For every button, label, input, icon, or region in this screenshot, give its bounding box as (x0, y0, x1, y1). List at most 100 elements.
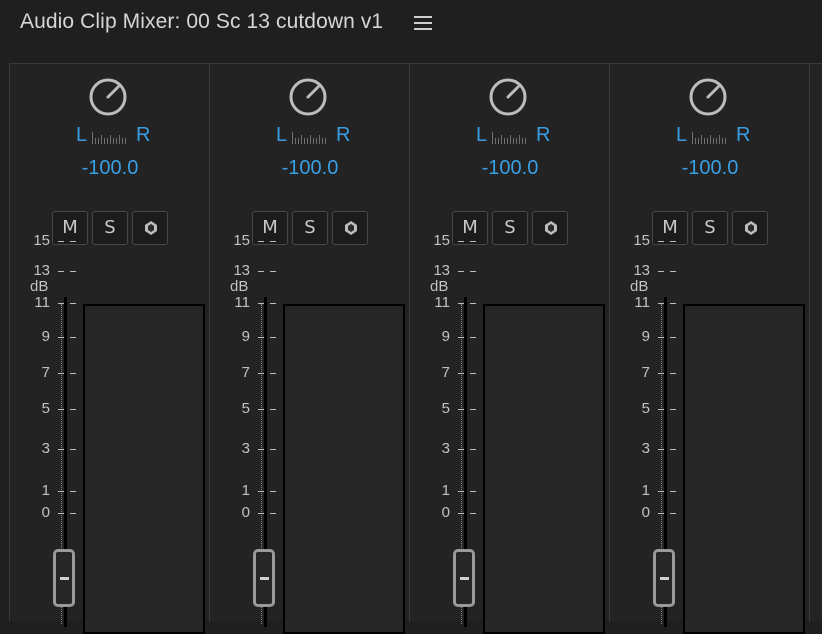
pan-left-label: L (76, 124, 88, 146)
write-keyframes-button[interactable] (132, 211, 168, 245)
db-tick-mark (70, 491, 76, 492)
db-tick-mark (270, 271, 276, 272)
db-tick-mark (70, 241, 76, 242)
level-meter (683, 304, 805, 634)
db-tick-mark (58, 513, 64, 514)
db-tick-mark (470, 337, 476, 338)
pan-meter-icon (292, 131, 330, 144)
db-tick-mark (58, 409, 64, 410)
db-tick-mark (670, 491, 676, 492)
db-tick-label: 1 (41, 482, 50, 499)
write-keyframes-button[interactable] (732, 211, 768, 245)
mute-button[interactable]: M (652, 211, 688, 245)
volume-fader-handle[interactable] (253, 549, 275, 607)
db-tick-label: 13 (233, 262, 250, 279)
pan-value[interactable]: -100.0 (410, 157, 610, 180)
solo-button[interactable]: S (292, 211, 328, 245)
panel-header: Audio Clip Mixer: 00 Sc 13 cutdown v1 (0, 0, 822, 52)
db-tick-mark (658, 409, 664, 410)
fader-grip-icon (260, 577, 269, 580)
db-tick-mark (258, 449, 264, 450)
level-meter (283, 304, 405, 634)
db-tick-label: 0 (241, 504, 250, 521)
pan-value[interactable]: -100.0 (210, 157, 410, 180)
db-tick-mark (470, 303, 476, 304)
db-tick-mark (258, 513, 264, 514)
db-tick-label: 7 (241, 364, 250, 381)
db-tick-mark (458, 303, 464, 304)
db-tick-label: 1 (441, 482, 450, 499)
keyframe-diamond-icon (745, 221, 757, 235)
write-keyframes-button[interactable] (532, 211, 568, 245)
pan-right-label: R (736, 124, 751, 146)
volume-fader-handle[interactable] (453, 549, 475, 607)
pan-value[interactable]: -100.0 (610, 157, 810, 180)
db-tick-mark (258, 491, 264, 492)
db-tick-mark (58, 491, 64, 492)
db-tick-label: 5 (441, 400, 450, 417)
db-tick-label: 1 (641, 482, 650, 499)
db-tick-label: 0 (41, 504, 50, 521)
db-tick-mark (670, 337, 676, 338)
db-tick-mark (58, 337, 64, 338)
db-tick-label: 7 (441, 364, 450, 381)
db-tick-mark (658, 513, 664, 514)
db-unit-label: dB (630, 278, 649, 295)
pan-indicator: L R (610, 124, 810, 148)
fader-grip-icon (660, 577, 669, 580)
pan-knob-icon[interactable] (688, 77, 728, 117)
db-tick-label: 11 (234, 294, 250, 311)
db-tick-label: 9 (241, 328, 250, 345)
db-tick-mark (70, 409, 76, 410)
level-meter (483, 304, 605, 634)
solo-button[interactable]: S (492, 211, 528, 245)
db-tick-mark (670, 373, 676, 374)
db-tick-mark (658, 337, 664, 338)
volume-fader-handle[interactable] (653, 549, 675, 607)
pan-knob-icon[interactable] (88, 77, 128, 117)
level-meter (83, 304, 205, 634)
db-tick-mark (658, 271, 664, 272)
solo-button[interactable]: S (692, 211, 728, 245)
fader-grip-icon (460, 577, 469, 580)
db-tick-label: 3 (641, 440, 650, 457)
db-tick-mark (58, 303, 64, 304)
db-tick-mark (258, 373, 264, 374)
db-tick-label: 11 (34, 294, 50, 311)
db-tick-mark (270, 513, 276, 514)
db-tick-mark (258, 271, 264, 272)
hamburger-menu-icon[interactable] (414, 16, 432, 32)
pan-right-label: R (136, 124, 151, 146)
pan-left-label: L (676, 124, 688, 146)
pan-value[interactable]: -100.0 (10, 157, 210, 180)
db-tick-label: 0 (441, 504, 450, 521)
volume-fader-handle[interactable] (53, 549, 75, 607)
pan-meter-icon (692, 131, 730, 144)
db-tick-mark (658, 491, 664, 492)
mixer-body: L R -100.0 M S dB 15 13 11 9 7 5 3 1 0 L… (9, 63, 822, 634)
pan-knob-icon[interactable] (488, 77, 528, 117)
write-keyframes-button[interactable] (332, 211, 368, 245)
db-tick-mark (458, 409, 464, 410)
db-tick-label: 9 (641, 328, 650, 345)
pan-indicator: L R (210, 124, 410, 148)
mute-button[interactable]: M (252, 211, 288, 245)
channel-strip: L R -100.0 M S dB 15 13 11 9 7 5 3 1 0 (410, 64, 610, 634)
db-tick-mark (658, 303, 664, 304)
db-unit-label: dB (430, 278, 449, 295)
db-tick-label: 11 (434, 294, 450, 311)
db-tick-mark (270, 409, 276, 410)
pan-knob-icon[interactable] (288, 77, 328, 117)
db-tick-label: 15 (233, 232, 250, 249)
pan-left-label: L (276, 124, 288, 146)
mute-button[interactable]: M (452, 211, 488, 245)
db-tick-mark (670, 303, 676, 304)
pan-right-label: R (536, 124, 551, 146)
solo-button[interactable]: S (92, 211, 128, 245)
pan-indicator: L R (410, 124, 610, 148)
db-tick-mark (70, 513, 76, 514)
db-tick-mark (70, 373, 76, 374)
db-tick-mark (258, 241, 264, 242)
mute-button[interactable]: M (52, 211, 88, 245)
db-tick-label: 0 (641, 504, 650, 521)
